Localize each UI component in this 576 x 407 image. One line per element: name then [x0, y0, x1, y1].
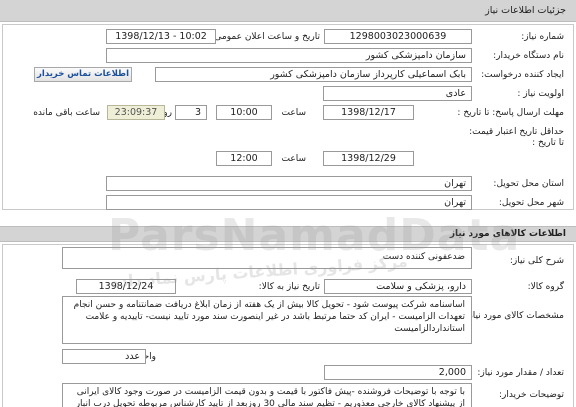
days-field: 3 — [175, 105, 207, 120]
buyer-label: نام دستگاه خریدار: — [493, 51, 564, 61]
notes-label: توضیحات خریدار: — [498, 390, 564, 400]
deadline-label: مهلت ارسال پاسخ: تا تاریخ : — [457, 108, 564, 118]
city-label: شهر محل تحویل: — [498, 198, 564, 208]
need-number-label: شماره نیاز: — [521, 32, 564, 42]
province-field: تهران — [106, 176, 472, 191]
priority-field: عادی — [323, 86, 472, 101]
remaining-label: ساعت باقی مانده — [33, 108, 100, 118]
page-title: جزئیات اطلاعات نیاز — [485, 5, 566, 16]
specs-field: اساسنامه شرکت پیوست شود - تحویل کالا بیش… — [62, 296, 472, 344]
quantity-field: 2,000 — [324, 365, 472, 380]
unit-field: عدد — [62, 349, 146, 364]
announce-label: تاریخ و ساعت اعلان عمومی: — [211, 32, 320, 42]
deadline-time-field: 10:00 — [216, 105, 272, 120]
province-label: استان محل تحویل: — [493, 179, 564, 189]
quantity-label: تعداد / مقدار مورد نیاز: — [477, 368, 564, 378]
need-date-label: تاریخ نیاز به کالا: — [258, 282, 320, 292]
specs-label: مشخصات کالای مورد نیاز: — [465, 311, 564, 321]
watermark-brand: ParsNamadData — [108, 210, 521, 261]
group-field: دارو، پزشکی و سلامت — [324, 279, 472, 294]
buyer-field: سازمان دامپزشکی کشور — [106, 48, 472, 63]
need-number-field: 1298003023000639 — [324, 29, 472, 44]
priority-label: اولویت نیاز : — [517, 89, 564, 99]
validity-date-field: 1398/12/29 — [323, 151, 414, 166]
creator-label: ایجاد کننده درخواست: — [481, 70, 564, 80]
notes-field: با توجه با توضیحات فروشنده -پیش فاکتور ب… — [62, 383, 472, 407]
group-label: گروه کالا: — [527, 282, 564, 292]
creator-field: بابک اسماعیلی کارپرداز سازمان دامپزشکی ک… — [155, 67, 472, 82]
countdown-timer: 23:09:37 — [107, 105, 165, 120]
deadline-time-label: ساعت — [281, 108, 307, 118]
min-validity-label: حداقل تاریخ اعتبار قیمت: تا تاریخ : — [469, 127, 564, 148]
deadline-date-field: 1398/12/17 — [323, 105, 414, 120]
validity-time-field: 12:00 — [216, 151, 272, 166]
contact-buyer-button[interactable]: اطلاعات تماس خریدار — [34, 67, 132, 82]
page-header: جزئیات اطلاعات نیاز — [0, 0, 576, 22]
announce-field: 1398/12/13 - 10:02 — [106, 29, 216, 44]
city-field: تهران — [106, 195, 472, 210]
validity-time-label: ساعت — [281, 154, 307, 164]
